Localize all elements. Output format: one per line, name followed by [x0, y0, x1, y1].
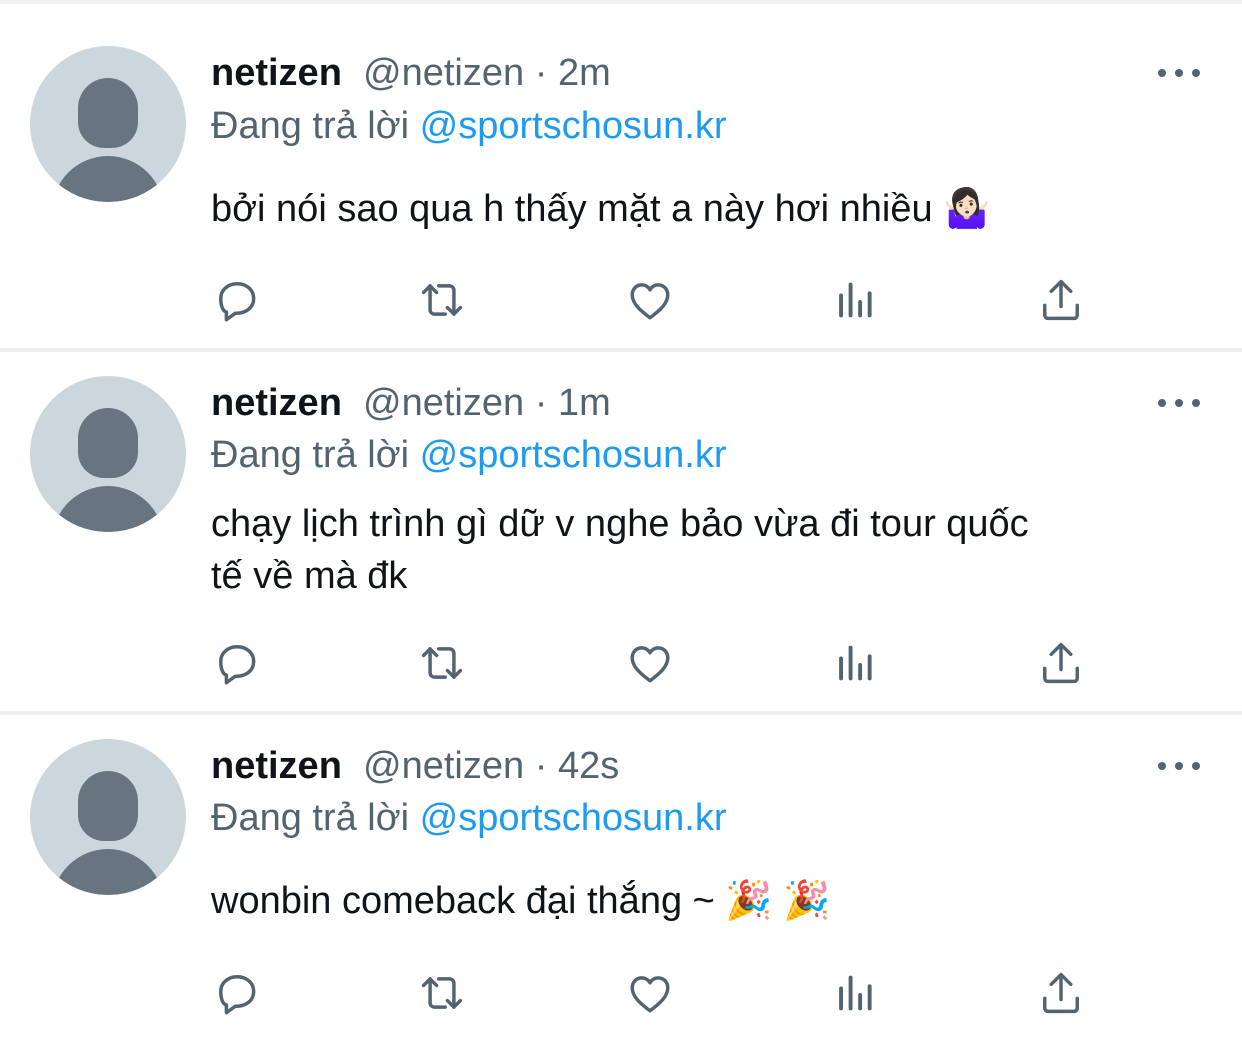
- tweet-text: wonbin comeback đại thắng ~ 🎉 🎉: [211, 875, 1201, 927]
- tweet-text-line-2: tế về mà đk: [211, 555, 408, 597]
- share-icon[interactable]: [1035, 637, 1087, 689]
- timestamp[interactable]: 1m: [558, 382, 611, 424]
- reply-icon[interactable]: [211, 967, 263, 1019]
- tweet-text-line-1: chạy lịch trình gì dữ v nghe bảo vừa đi …: [211, 503, 1029, 545]
- tweet-1[interactable]: netizen @netizen · 2m Đang trả lời @spor…: [0, 0, 1242, 350]
- replying-to: Đang trả lời @sportschosun.kr: [211, 432, 726, 478]
- separator-dot: ·: [534, 52, 548, 94]
- avatar[interactable]: [30, 46, 186, 202]
- display-name[interactable]: netizen: [211, 382, 342, 424]
- more-horizontal-icon[interactable]: [1158, 66, 1200, 80]
- tweet-text-body: wonbin comeback đại thắng ~ 🎉 🎉: [211, 880, 831, 922]
- display-name[interactable]: netizen: [211, 745, 342, 787]
- tweet-3[interactable]: netizen @netizen · 42s Đang trả lời @spo…: [0, 715, 1242, 1043]
- retweet-icon[interactable]: [416, 637, 468, 689]
- tweet-text-body: bởi nói sao qua h thấy mặt a này hơi nhi…: [211, 188, 991, 230]
- user-handle[interactable]: @netizen: [363, 745, 524, 787]
- replying-to-prefix: Đang trả lời: [211, 105, 410, 147]
- tweet-actions: [0, 967, 1242, 1019]
- retweet-icon[interactable]: [416, 274, 468, 326]
- separator-dot: ·: [534, 745, 548, 787]
- replying-to-prefix: Đang trả lời: [211, 797, 410, 839]
- avatar-body-shape: [52, 156, 164, 202]
- avatar-head-shape: [78, 771, 138, 841]
- reply-mention-link[interactable]: @sportschosun.kr: [420, 797, 727, 839]
- timestamp[interactable]: 2m: [558, 52, 611, 94]
- avatar[interactable]: [30, 739, 186, 895]
- tweet-actions: [0, 274, 1242, 326]
- display-name[interactable]: netizen: [211, 52, 342, 94]
- avatar-head-shape: [78, 408, 138, 478]
- analytics-icon[interactable]: [830, 967, 882, 1019]
- tweet-header: netizen @netizen · 42s: [211, 743, 619, 789]
- tweet-header: netizen @netizen · 1m: [211, 380, 611, 426]
- user-handle[interactable]: @netizen: [363, 52, 524, 94]
- tweet-text: chạy lịch trình gì dữ v nghe bảo vừa đi …: [211, 498, 1201, 602]
- more-horizontal-icon[interactable]: [1158, 396, 1200, 410]
- analytics-icon[interactable]: [830, 274, 882, 326]
- avatar[interactable]: [30, 376, 186, 532]
- reply-icon[interactable]: [211, 637, 263, 689]
- share-icon[interactable]: [1035, 967, 1087, 1019]
- user-handle[interactable]: @netizen: [363, 382, 524, 424]
- like-icon[interactable]: [624, 637, 676, 689]
- reply-mention-link[interactable]: @sportschosun.kr: [420, 105, 727, 147]
- tweet-2[interactable]: netizen @netizen · 1m Đang trả lời @spor…: [0, 352, 1242, 712]
- more-horizontal-icon[interactable]: [1158, 759, 1200, 773]
- like-icon[interactable]: [624, 967, 676, 1019]
- avatar-head-shape: [78, 78, 138, 148]
- timestamp[interactable]: 42s: [558, 745, 619, 787]
- analytics-icon[interactable]: [830, 637, 882, 689]
- reply-mention-link[interactable]: @sportschosun.kr: [420, 434, 727, 476]
- avatar-body-shape: [52, 486, 164, 532]
- avatar-body-shape: [52, 849, 164, 895]
- tweet-actions: [0, 637, 1242, 689]
- tweet-header: netizen @netizen · 2m: [211, 50, 611, 96]
- tweet-text: bởi nói sao qua h thấy mặt a này hơi nhi…: [211, 183, 1201, 235]
- reply-icon[interactable]: [211, 274, 263, 326]
- replying-to-prefix: Đang trả lời: [211, 434, 410, 476]
- like-icon[interactable]: [624, 274, 676, 326]
- separator-dot: ·: [534, 382, 548, 424]
- replying-to: Đang trả lời @sportschosun.kr: [211, 103, 726, 149]
- share-icon[interactable]: [1035, 274, 1087, 326]
- retweet-icon[interactable]: [416, 967, 468, 1019]
- replying-to: Đang trả lời @sportschosun.kr: [211, 795, 726, 841]
